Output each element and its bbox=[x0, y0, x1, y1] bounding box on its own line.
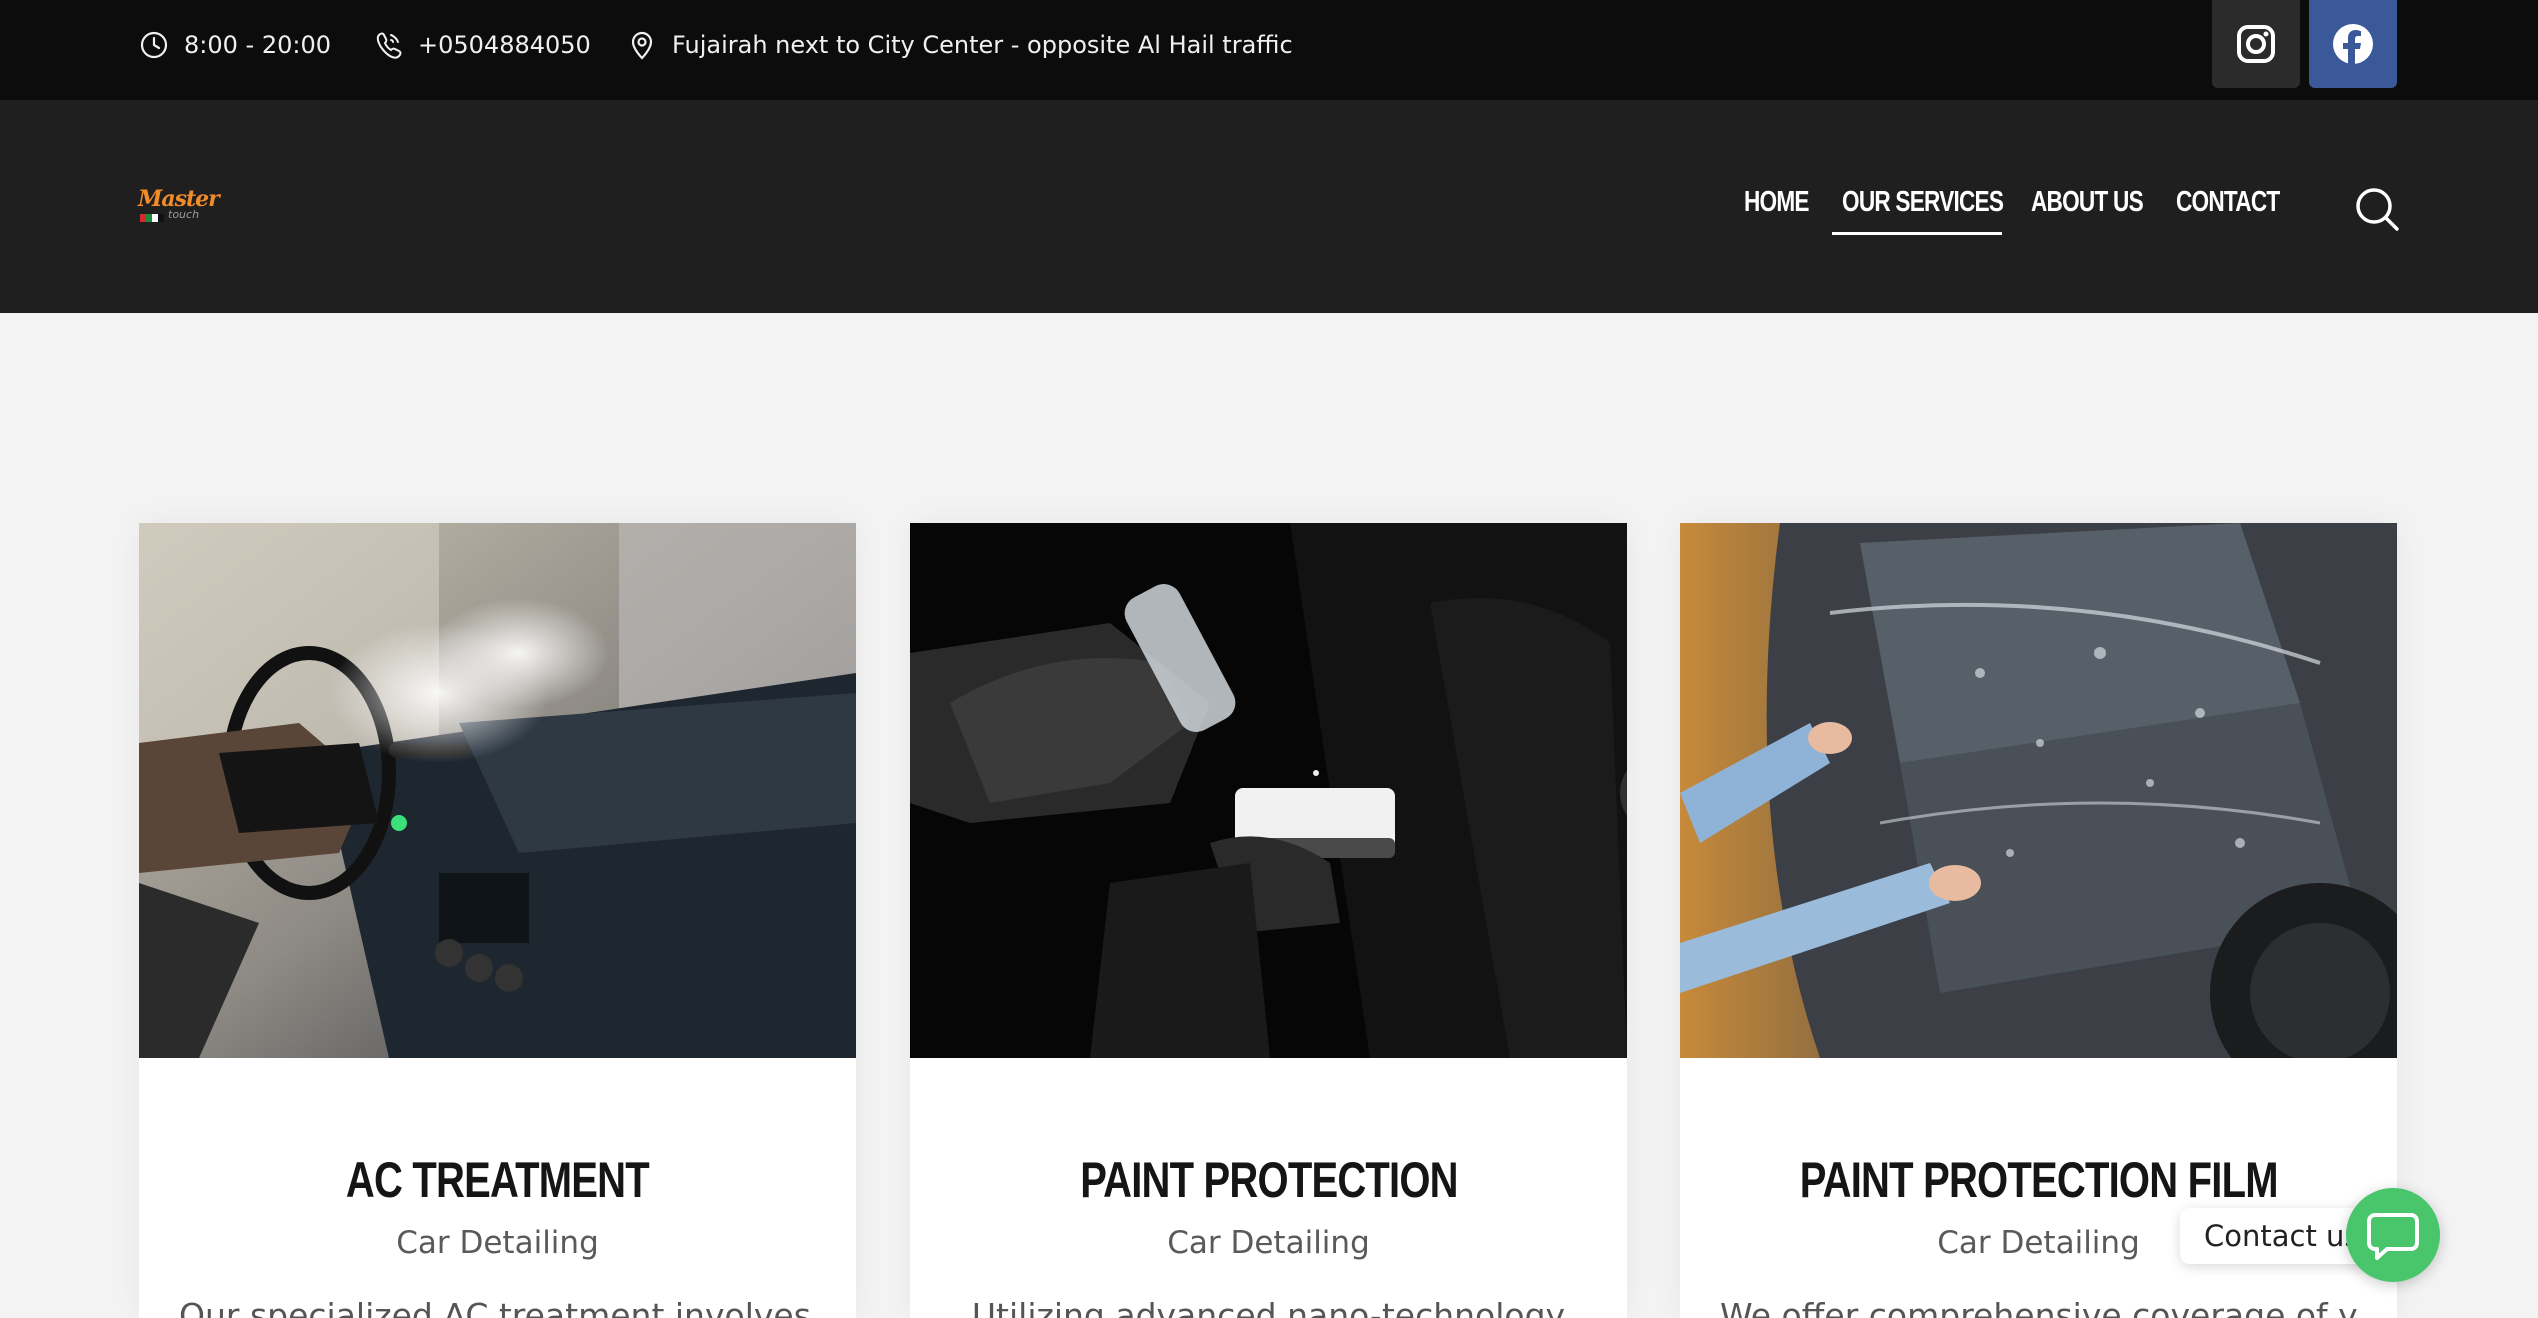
address: Fujairah next to City Center - opposite … bbox=[626, 0, 1293, 90]
service-category: Car Detailing bbox=[396, 1225, 599, 1261]
top-bar: 8:00 - 20:00 +0504884050 Fujairah next t… bbox=[0, 0, 2538, 100]
location-pin-icon bbox=[631, 31, 653, 60]
clock-icon bbox=[140, 31, 168, 59]
phone-number[interactable]: +0504884050 bbox=[372, 0, 591, 90]
nav-contact[interactable]: CONTACT bbox=[2176, 186, 2280, 219]
paint-protection-image bbox=[910, 523, 1627, 1058]
site-logo[interactable]: Master touch bbox=[138, 186, 220, 234]
search-icon bbox=[2356, 188, 2399, 231]
service-description: Utilizing advanced nano-technology bbox=[971, 1296, 1566, 1318]
hours-text: 8:00 - 20:00 bbox=[184, 31, 331, 59]
uae-flag-icon bbox=[140, 214, 164, 222]
facebook-link[interactable] bbox=[2309, 0, 2397, 88]
nav-our-services[interactable]: OUR SERVICES bbox=[1842, 186, 2004, 219]
service-title[interactable]: PAINT PROTECTION bbox=[910, 1151, 1627, 1209]
service-category: Car Detailing bbox=[1167, 1225, 1370, 1261]
instagram-icon bbox=[2237, 25, 2275, 63]
instagram-link[interactable] bbox=[2212, 0, 2300, 88]
logo-subtext: touch bbox=[168, 208, 200, 221]
ac-treatment-image bbox=[139, 523, 856, 1058]
phone-text: +0504884050 bbox=[418, 31, 591, 59]
service-description: We offer comprehensive coverage of your bbox=[1720, 1296, 2357, 1318]
service-card-paint-protection-film[interactable]: PAINT PROTECTION FILM Car Detailing We o… bbox=[1680, 523, 2397, 1318]
search-button[interactable] bbox=[2354, 186, 2400, 232]
facebook-icon bbox=[2333, 24, 2373, 64]
service-title[interactable]: PAINT PROTECTION FILM bbox=[1680, 1151, 2397, 1209]
service-card-ac-treatment[interactable]: AC TREATMENT Car Detailing Our specializ… bbox=[139, 523, 856, 1318]
contact-chat-button[interactable] bbox=[2346, 1188, 2440, 1282]
service-title[interactable]: AC TREATMENT bbox=[139, 1151, 856, 1209]
paint-protection-film-image bbox=[1680, 523, 2397, 1058]
active-nav-indicator bbox=[1832, 232, 2002, 235]
main-header: Master touch HOME OUR SERVICES ABOUT US … bbox=[0, 100, 2538, 313]
service-card-paint-protection[interactable]: PAINT PROTECTION Car Detailing Utilizing… bbox=[910, 523, 1627, 1318]
nav-about-us[interactable]: ABOUT US bbox=[2031, 186, 2144, 219]
phone-icon bbox=[376, 32, 402, 59]
opening-hours: 8:00 - 20:00 bbox=[138, 0, 331, 90]
service-description: Our specialized AC treatment involves a bbox=[179, 1296, 816, 1318]
nav-home[interactable]: HOME bbox=[1744, 186, 1810, 219]
chat-bubble-icon bbox=[2367, 1213, 2419, 1260]
address-text: Fujairah next to City Center - opposite … bbox=[672, 31, 1293, 59]
